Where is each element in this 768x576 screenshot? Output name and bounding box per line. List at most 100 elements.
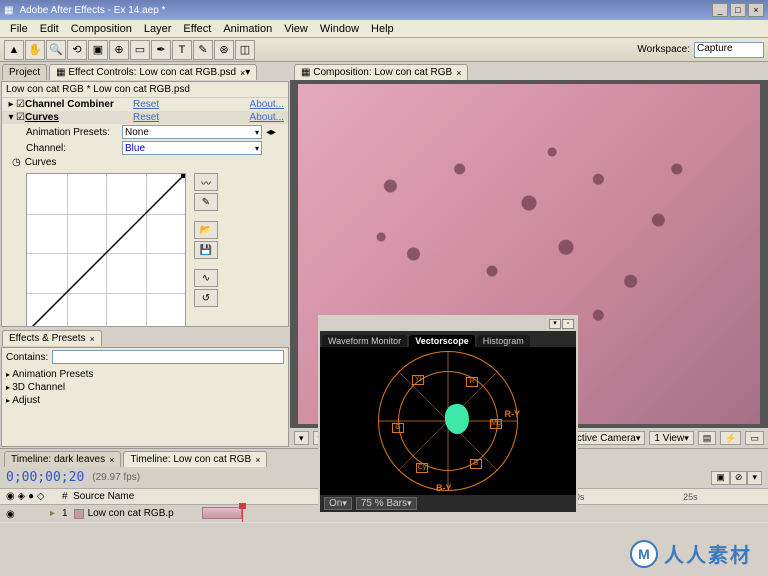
preset-folder[interactable]: Adjust bbox=[6, 394, 284, 407]
workspace-label: Workspace: bbox=[637, 44, 690, 55]
magnification-dropdown[interactable]: ▾ bbox=[294, 431, 309, 445]
menu-composition[interactable]: Composition bbox=[65, 21, 138, 37]
timeline-tab[interactable]: Timeline: dark leaves× bbox=[4, 451, 121, 467]
fx-channel-combiner: ▸ ☑ Channel Combiner Reset About... bbox=[2, 98, 288, 111]
left-tab-row: Project ▦ Effect Controls: Low con cat R… bbox=[0, 62, 290, 80]
about-link[interactable]: About... bbox=[250, 112, 284, 123]
maximize-button[interactable]: □ bbox=[730, 3, 746, 17]
next-preset-icon[interactable]: ▸ bbox=[271, 127, 276, 138]
twirl-icon[interactable]: ▾ bbox=[6, 112, 16, 123]
camera-tool[interactable]: ▣ bbox=[88, 40, 108, 60]
scope-close-icon[interactable]: ▫ bbox=[562, 319, 574, 329]
curve-line[interactable] bbox=[27, 174, 185, 327]
twirl-icon[interactable]: ▸ bbox=[50, 508, 62, 519]
type-tool[interactable]: T bbox=[172, 40, 192, 60]
hand-tool[interactable]: ✋ bbox=[25, 40, 45, 60]
close-tab-icon[interactable]: × bbox=[255, 453, 260, 467]
curve-reset-button[interactable]: ↺ bbox=[194, 289, 218, 307]
menu-bar: File Edit Composition Layer Effect Anima… bbox=[0, 20, 768, 38]
waveform-tab[interactable]: Waveform Monitor bbox=[322, 335, 407, 347]
menu-help[interactable]: Help bbox=[365, 21, 400, 37]
mask-tool[interactable]: ▭ bbox=[130, 40, 150, 60]
menu-file[interactable]: File bbox=[4, 21, 34, 37]
vectorscope-tab[interactable]: Vectorscope bbox=[409, 335, 475, 347]
composition-tab[interactable]: ▦ Composition: Low con cat RGB× bbox=[294, 64, 468, 80]
clone-tool[interactable]: ⊛ bbox=[214, 40, 234, 60]
scope-menu-icon[interactable]: ▾ bbox=[549, 319, 561, 329]
scope-footer: On ▾ 75 % Bars ▾ bbox=[320, 495, 576, 512]
anim-presets-dropdown[interactable]: None bbox=[122, 125, 262, 139]
fps-label: (29.97 fps) bbox=[92, 472, 140, 483]
pen-tool[interactable]: ✒ bbox=[151, 40, 171, 60]
rotate-tool[interactable]: ⟲ bbox=[67, 40, 87, 60]
contains-input[interactable] bbox=[52, 350, 284, 364]
histogram-tab[interactable]: Histogram bbox=[477, 335, 530, 347]
fast-preview-button[interactable]: ⚡ bbox=[720, 431, 741, 445]
visibility-icon[interactable]: ◉ bbox=[6, 509, 16, 519]
about-link[interactable]: About... bbox=[250, 99, 284, 110]
project-tab[interactable]: Project bbox=[2, 64, 47, 80]
channel-dropdown[interactable]: Blue bbox=[122, 141, 262, 155]
curves-graph[interactable] bbox=[26, 173, 186, 327]
scope-on-dropdown[interactable]: On ▾ bbox=[324, 497, 352, 510]
curve-pencil-button[interactable]: ✎ bbox=[194, 193, 218, 211]
twirl-icon[interactable]: ▸ bbox=[6, 99, 16, 110]
curves-editor: 〰 ✎ 📂 💾 ∿ ↺ bbox=[2, 169, 288, 327]
layer-clip[interactable] bbox=[202, 507, 242, 519]
views-dropdown[interactable]: 1 View ▾ bbox=[649, 431, 693, 445]
pixel-aspect-button[interactable]: ▤ bbox=[698, 431, 717, 445]
layer-name[interactable]: Low con cat RGB.p bbox=[88, 508, 174, 519]
timeline-tab-active[interactable]: Timeline: Low con cat RGB× bbox=[123, 451, 267, 467]
av-header: ◉ ◈ ● ◇ bbox=[0, 491, 50, 502]
brush-tool[interactable]: ✎ bbox=[193, 40, 213, 60]
minimize-button[interactable]: _ bbox=[712, 3, 728, 17]
reset-link[interactable]: Reset bbox=[133, 112, 159, 123]
close-button[interactable]: × bbox=[748, 3, 764, 17]
comp-button[interactable]: ▣ bbox=[711, 471, 730, 485]
zoom-tool[interactable]: 🔍 bbox=[46, 40, 66, 60]
fx-enable-checkbox[interactable]: ☑ bbox=[16, 112, 25, 123]
tab-menu-icon[interactable]: ▾ bbox=[245, 66, 250, 80]
curve-bezier-button[interactable]: 〰 bbox=[194, 173, 218, 191]
curve-save-button[interactable]: 💾 bbox=[194, 241, 218, 259]
menu-effect[interactable]: Effect bbox=[177, 21, 217, 37]
source-name-header[interactable]: Source Name bbox=[73, 491, 134, 502]
effect-controls-tab[interactable]: ▦ Effect Controls: Low con cat RGB.psd×▾ bbox=[49, 64, 257, 80]
comp-tab-row: ▦ Composition: Low con cat RGB× bbox=[290, 62, 768, 80]
eraser-tool[interactable]: ◫ bbox=[235, 40, 255, 60]
scope-titlebar[interactable]: ▾ ▫ bbox=[320, 317, 576, 331]
scope-bars-dropdown[interactable]: 75 % Bars ▾ bbox=[356, 497, 417, 510]
curve-open-button[interactable]: 📂 bbox=[194, 221, 218, 239]
curve-smooth-button[interactable]: ∿ bbox=[194, 269, 218, 287]
presets-list[interactable]: Animation Presets 3D Channel Adjust bbox=[2, 366, 288, 409]
effects-presets-tab[interactable]: Effects & Presets× bbox=[2, 330, 102, 346]
menu-layer[interactable]: Layer bbox=[138, 21, 178, 37]
menu-window[interactable]: Window bbox=[314, 21, 365, 37]
reset-link[interactable]: Reset bbox=[133, 99, 159, 110]
watermark-logo-icon: M bbox=[630, 540, 658, 568]
pan-behind-tool[interactable]: ⊕ bbox=[109, 40, 129, 60]
current-timecode[interactable]: 0;00;00;20 bbox=[6, 470, 84, 485]
timeline-button[interactable]: ▭ bbox=[745, 431, 764, 445]
shy-button[interactable]: ⊘ bbox=[730, 471, 748, 485]
contains-label: Contains: bbox=[6, 352, 48, 363]
close-tab-icon[interactable]: × bbox=[109, 453, 114, 467]
preset-folder[interactable]: Animation Presets bbox=[6, 368, 284, 381]
menu-edit[interactable]: Edit bbox=[34, 21, 65, 37]
vectorscope-window[interactable]: ▾ ▫ Waveform Monitor Vectorscope Histogr… bbox=[318, 315, 578, 510]
menu-animation[interactable]: Animation bbox=[217, 21, 278, 37]
workspace-select[interactable]: Capture bbox=[694, 42, 764, 58]
watermark: M 人人素材 bbox=[630, 539, 752, 568]
preset-folder[interactable]: 3D Channel bbox=[6, 381, 284, 394]
close-tab-icon[interactable]: × bbox=[90, 332, 95, 346]
selection-tool[interactable]: ▲ bbox=[4, 40, 24, 60]
current-time-indicator[interactable] bbox=[242, 505, 243, 522]
close-tab-icon[interactable]: × bbox=[456, 66, 461, 80]
menu-view[interactable]: View bbox=[278, 21, 314, 37]
effect-controls-panel: Low con cat RGB * Low con cat RGB.psd ▸ … bbox=[1, 81, 289, 327]
fx-enable-checkbox[interactable]: ☑ bbox=[16, 99, 25, 110]
stopwatch-icon[interactable]: ◷ bbox=[12, 157, 21, 168]
timeline-options-icon[interactable]: ▾ bbox=[747, 471, 762, 485]
anim-presets-row: Animation Presets: None ◂ ▸ bbox=[2, 124, 288, 140]
layer-color-swatch[interactable] bbox=[74, 509, 84, 519]
